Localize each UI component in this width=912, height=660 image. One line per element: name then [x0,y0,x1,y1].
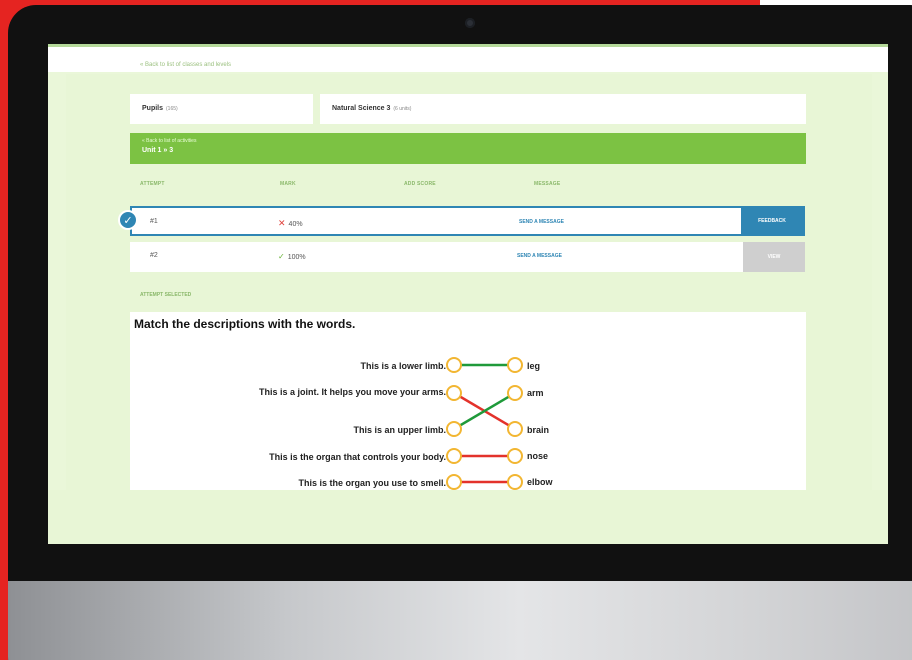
description-node[interactable] [446,421,462,437]
mark-value: 100% [287,254,306,261]
camera-icon [465,18,475,28]
bottom-band [48,490,888,544]
send-message-link[interactable]: SEND A MESSAGE [519,219,564,225]
mark-value: 40% [288,221,303,228]
word-node[interactable] [507,421,523,437]
exercise-card: Match the descriptions with the words. T… [130,312,806,492]
subject-units: (6 units) [393,106,412,112]
mark-cell: ✓ 100% [278,252,306,261]
description-node[interactable] [446,474,462,490]
feedback-button[interactable]: FEEDBACK [741,208,803,234]
word-node[interactable] [507,448,523,464]
screen: « Back to list of classes and levels Pup… [48,44,888,544]
pupils-box[interactable]: Pupils (165) [130,94,313,124]
description-node[interactable] [446,357,462,373]
matching-lines [446,357,523,490]
cross-icon: ✕ [278,218,286,228]
attempt-selected-label: ATTEMPT SELECTED [140,292,192,298]
word-node[interactable] [507,385,523,401]
column-header-message: MESSAGE [534,181,561,187]
top-bar: « Back to list of classes and levels [48,44,888,72]
mark-cell: ✕ 40% [278,218,303,229]
description-node[interactable] [446,448,462,464]
word-node[interactable] [507,474,523,490]
attempt-row[interactable]: #2 ✓ 100% SEND A MESSAGE VIEW [130,242,805,272]
description-node[interactable] [446,385,462,401]
back-to-classes-link[interactable]: « Back to list of classes and levels [140,62,231,68]
check-icon: ✓ [118,210,138,230]
unit-title: Unit 1 » 3 [142,147,174,154]
back-to-activities-link[interactable]: « Back to list of activities [142,138,196,144]
monitor-chin [8,581,912,660]
attempt-number: #1 [150,218,158,225]
subject-label: Natural Science 3 (6 units) [332,105,412,112]
subject-box[interactable]: Natural Science 3 (6 units) [320,94,806,124]
column-header-mark: MARK [280,181,296,187]
send-message-link[interactable]: SEND A MESSAGE [517,253,562,259]
pupils-label: Pupils (165) [142,105,178,112]
column-header-add-score: ADD SCORE [404,181,436,187]
pupils-count: (165) [166,106,178,112]
activity-bar: « Back to list of activities Unit 1 » 3 [130,133,806,164]
column-header-attempt: ATTEMPT [140,181,165,187]
attempt-row[interactable]: #1 ✕ 40% SEND A MESSAGE FEEDBACK [130,206,805,236]
word-node[interactable] [507,357,523,373]
view-button[interactable]: VIEW [743,242,805,272]
tick-icon: ✓ [278,252,285,261]
attempt-number: #2 [150,252,158,259]
